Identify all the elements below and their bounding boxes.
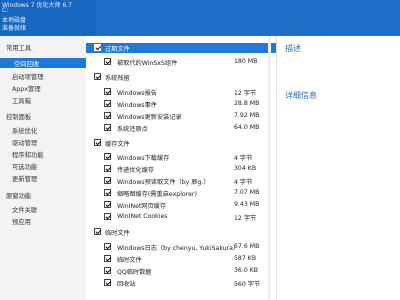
item-label: Windows报告 [117,90,157,97]
checkbox[interactable] [104,100,111,107]
list-item[interactable]: 被取代的WinSxS组件 180 MB [86,57,276,67]
sidebar-section-title: 原窗功能 [6,193,32,200]
app-title: Windows 7 优化大师 6.7 [2,2,72,9]
description-title: 描述 [285,44,301,53]
sidebar-item-preapp[interactable]: 预应用 [12,217,31,226]
group-row-temp[interactable]: 临时文件 [86,227,276,237]
sidebar-item-programs[interactable]: 程序和功能 [12,150,43,159]
list-item[interactable]: 回收站 560 字节 [86,278,276,288]
checkbox[interactable] [104,58,111,65]
list-item[interactable]: WinINet网页缓存 9.43 MB [86,200,276,210]
checkbox[interactable] [104,189,111,196]
checkbox[interactable] [104,243,111,250]
sidebar-item-space-recycle[interactable]: 空间回收 [0,58,86,68]
item-size: 4 字节 [234,155,253,162]
item-size: 304 KB [234,165,257,172]
sidebar-item-system-optimize[interactable]: 系统优化 [12,126,37,135]
title-bar: Windows 7 优化大师 6.7 C: 本地磁盘 准备就绪 [0,0,400,36]
list-item[interactable]: Windows下载缓存 4 字节 [86,152,276,162]
item-label: Windows下载缓存 [117,155,170,162]
group-title: 临时文件 [105,230,130,237]
checkbox[interactable] [104,153,111,160]
checkbox[interactable] [104,213,111,220]
detail-info-title: 详细信息 [285,91,317,100]
sidebar-item-driver[interactable]: 驱动管理 [12,138,37,147]
sidebar-item-toolbox[interactable]: 工具箱 [12,96,31,105]
group-row-expired[interactable]: 过期文件 [86,43,276,53]
group-title: 缓存文件 [105,141,130,148]
checkbox[interactable] [94,73,101,80]
scrollbar[interactable] [268,36,271,300]
item-size: 28.8 MB [234,100,260,107]
list-item[interactable]: Windows报告 12 字节 [86,87,276,97]
item-label: 系统还原点 [117,126,148,133]
group-row-system[interactable]: 系统残留 [86,72,276,82]
sidebar-section-title: 控制面板 [6,114,32,121]
item-label: Windows事件 [117,102,157,109]
detail-panel: 描述 详细信息 [276,36,400,300]
list-item[interactable]: Windows预读取文件（by 辰g.） 4 字节 [86,176,276,186]
item-label: 传递优化缓存 [117,167,155,174]
checkbox[interactable] [104,279,111,286]
cleanup-list: 过期文件 被取代的WinSxS组件 180 MB 系统残留 Windows报告 … [86,36,276,300]
item-size: 7.07 MB [234,189,260,196]
sidebar-item-label: 空间回收 [14,61,40,68]
item-size: 7.92 MB [234,112,260,119]
checkbox[interactable] [94,139,101,146]
sidebar-item-optional[interactable]: 可选功能 [12,162,37,171]
item-label: QQ临时数据 [117,269,152,276]
list-item[interactable]: Windows日志（by chenyu, YukiSakura） 57.6 MB [86,242,276,252]
group-row-cache[interactable]: 缓存文件 [86,138,276,148]
checkbox[interactable] [104,112,111,119]
item-size: 57.6 MB [234,243,260,250]
checkbox[interactable] [104,267,111,274]
drive-letter: C: [2,7,9,14]
sidebar-item-update[interactable]: 更新管理 [12,174,37,183]
item-label: 临时文件 [117,257,142,264]
list-item[interactable]: 传递优化缓存 304 KB [86,164,276,174]
item-size: 12 字节 [234,90,257,97]
list-item[interactable]: Windows事件 28.8 MB [86,99,276,109]
checkbox[interactable] [104,88,111,95]
list-item[interactable]: WinINet Cookies 12 字节 [86,212,276,222]
list-item[interactable]: 临时文件 587 KB [86,254,276,264]
checkbox[interactable] [104,201,111,208]
checkbox[interactable] [94,228,101,235]
checkbox[interactable] [104,177,111,184]
item-label: Windows预读取文件（by 辰g.） [117,179,210,186]
checkbox[interactable] [104,255,111,262]
item-size: 180 MB [234,58,258,65]
item-label: 回收站 [117,281,136,288]
checkbox[interactable] [94,44,101,51]
item-size: 12 字节 [234,215,257,222]
sidebar-item-appx[interactable]: Appx管理 [12,84,41,93]
item-size: 4 字节 [234,179,253,186]
checkbox[interactable] [104,165,111,172]
sidebar-section-title: 常用工具 [6,45,32,52]
item-label: Windows更新安装记录 [117,114,182,121]
group-title: 过期文件 [105,46,130,53]
sidebar-item-startup[interactable]: 启动项管理 [12,72,43,81]
item-size: 9.43 MB [234,201,260,208]
item-label: 缩略图缓存(需重启explorer) [117,191,197,198]
list-item[interactable]: QQ临时数据 36.0 KB [86,266,276,276]
list-item[interactable]: 缩略图缓存(需重启explorer) 7.07 MB [86,188,276,198]
item-size: 36.0 KB [234,267,259,274]
item-label: WinINet网页缓存 [117,203,167,210]
item-label: 被取代的WinSxS组件 [117,60,178,67]
item-label: Windows日志（by chenyu, YukiSakura） [117,245,240,252]
item-size: 587 KB [234,255,257,262]
list-item[interactable]: 系统还原点 64.0 MB [86,123,276,133]
item-size: 64.0 MB [234,124,260,131]
item-label: WinINet Cookies [117,213,168,220]
sidebar: 常用工具 空间回收 启动项管理 Appx管理 工具箱 控制面板 系统优化 驱动管… [0,36,87,300]
group-title: 系统残留 [105,75,130,82]
sidebar-item-file-assoc[interactable]: 文件关联 [12,205,37,214]
list-item[interactable]: Windows更新安装记录 7.92 MB [86,111,276,121]
item-size: 560 字节 [234,281,261,288]
checkbox[interactable] [104,124,111,131]
status-text: 准备就绪 [2,25,27,32]
